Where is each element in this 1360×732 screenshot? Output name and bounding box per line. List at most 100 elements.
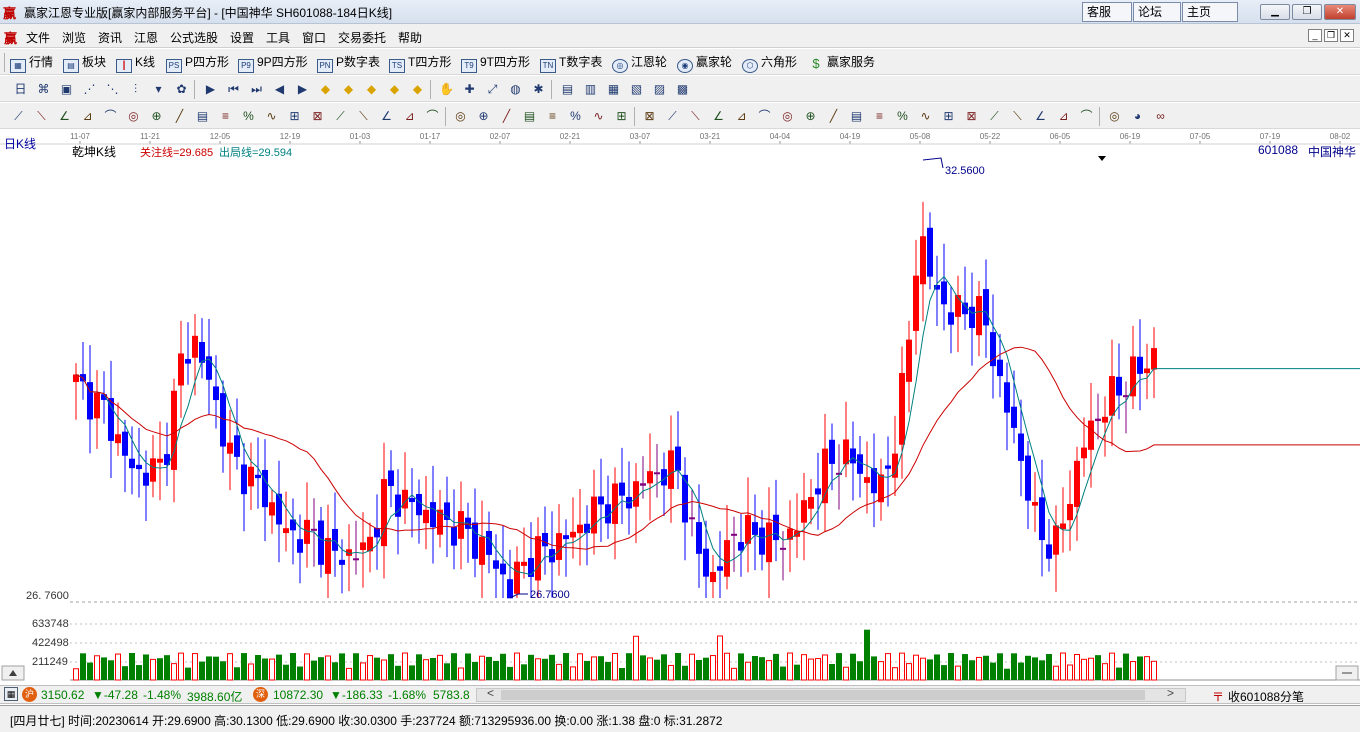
drawing-tool-icon[interactable]: ◎ bbox=[1106, 108, 1123, 124]
period-dropdown-icon[interactable]: 日 bbox=[12, 81, 29, 97]
drawing-tool-icon[interactable]: % bbox=[894, 108, 911, 124]
drawing-tool-icon[interactable]: ⟋ bbox=[10, 108, 27, 124]
drawing-tool-icon[interactable]: ⟍ bbox=[1009, 108, 1026, 124]
prev-icon[interactable]: ◀ bbox=[271, 81, 288, 97]
trend-down-icon[interactable]: ⋱ bbox=[104, 81, 121, 97]
p-square-button[interactable]: PS P四方形 bbox=[166, 54, 229, 73]
diamond-icon[interactable]: ◆ bbox=[317, 81, 334, 97]
last-icon[interactable]: ⏭ bbox=[248, 81, 265, 97]
color-wheel-icon[interactable]: ◕ bbox=[1129, 108, 1146, 124]
play-icon[interactable]: ▶ bbox=[202, 81, 219, 97]
cycle-icon[interactable]: ⌘ bbox=[35, 81, 52, 97]
drawing-tool-icon[interactable]: ▤ bbox=[521, 108, 538, 124]
list-icon[interactable]: ▦ bbox=[605, 81, 622, 97]
diamond-icon[interactable]: ◆ bbox=[340, 81, 357, 97]
zoom-icon[interactable]: ⤢ bbox=[484, 81, 501, 97]
scrollbar-thumb[interactable] bbox=[501, 690, 1145, 700]
drawing-tool-icon[interactable]: ▤ bbox=[194, 108, 211, 124]
first-icon[interactable]: ⏮ bbox=[225, 81, 242, 97]
drawing-tool-icon[interactable]: ⊞ bbox=[286, 108, 303, 124]
minimize-button[interactable]: ▁ bbox=[1260, 4, 1290, 20]
drawing-tool-icon[interactable]: ⊠ bbox=[309, 108, 326, 124]
drawing-tool-icon[interactable]: ⊕ bbox=[802, 108, 819, 124]
drawing-tool-icon[interactable]: ◎ bbox=[452, 108, 469, 124]
drawing-tool-icon[interactable]: ⟍ bbox=[355, 108, 372, 124]
trend-up-icon[interactable]: ⋰ bbox=[81, 81, 98, 97]
drawing-tool-icon[interactable]: ≡ bbox=[217, 108, 234, 124]
drawing-tool-icon[interactable]: ╱ bbox=[171, 108, 188, 124]
customer-service-link[interactable]: 客服 bbox=[1082, 2, 1132, 22]
drawing-tool-icon[interactable]: ⌒ bbox=[424, 108, 441, 124]
menu-gann[interactable]: 江恩 bbox=[134, 29, 158, 46]
horizontal-scrollbar[interactable]: < > bbox=[476, 686, 1186, 702]
report-icon[interactable]: ▥ bbox=[582, 81, 599, 97]
circle-icon[interactable]: ◍ bbox=[507, 81, 524, 97]
flower-icon[interactable]: ✿ bbox=[173, 81, 190, 97]
print-icon[interactable]: ▨ bbox=[651, 81, 668, 97]
drawing-tool-icon[interactable]: % bbox=[567, 108, 584, 124]
maximize-button[interactable]: ❐ bbox=[1292, 4, 1322, 20]
mdi-close-button[interactable]: ✕ bbox=[1340, 29, 1354, 42]
export-icon[interactable]: ▩ bbox=[674, 81, 691, 97]
scroll-left-arrow-icon[interactable]: < bbox=[487, 686, 494, 700]
copy-icon[interactable]: ▣ bbox=[58, 81, 75, 97]
drawing-tool-icon[interactable]: ⊠ bbox=[641, 108, 658, 124]
t-square-button[interactable]: TS T四方形 bbox=[389, 54, 451, 73]
menu-settings[interactable]: 设置 bbox=[230, 29, 254, 46]
drawing-tool-icon[interactable]: ⊞ bbox=[940, 108, 957, 124]
drawing-tool-icon[interactable]: ⊿ bbox=[79, 108, 96, 124]
menu-tools[interactable]: 工具 bbox=[266, 29, 290, 46]
drawing-tool-icon[interactable]: % bbox=[240, 108, 257, 124]
drawing-tool-icon[interactable]: ◎ bbox=[125, 108, 142, 124]
drawing-tool-icon[interactable]: ∿ bbox=[917, 108, 934, 124]
drawing-tool-icon[interactable]: ∠ bbox=[1032, 108, 1049, 124]
star-icon[interactable]: ✱ bbox=[530, 81, 547, 97]
hexagon-button[interactable]: ⬡ 六角形 bbox=[742, 54, 797, 73]
menu-window[interactable]: 窗口 bbox=[302, 29, 326, 46]
index-table-icon[interactable]: ▦ bbox=[4, 687, 18, 701]
drawing-tool-icon[interactable]: ∠ bbox=[56, 108, 73, 124]
drawing-tool-icon[interactable]: ⟍ bbox=[33, 108, 50, 124]
sector-button[interactable]: ▤ 板块 bbox=[63, 54, 106, 73]
drawing-tool-icon[interactable]: ⊿ bbox=[1055, 108, 1072, 124]
drawing-tool-icon[interactable]: ∠ bbox=[710, 108, 727, 124]
9t-square-button[interactable]: T9 9T四方形 bbox=[461, 54, 530, 73]
crosshair-icon[interactable]: ✚ bbox=[461, 81, 478, 97]
diamond-icon[interactable]: ◆ bbox=[363, 81, 380, 97]
menu-formula[interactable]: 公式选股 bbox=[170, 29, 218, 46]
drawing-tool-icon[interactable]: ≡ bbox=[544, 108, 561, 124]
tick-detail-link[interactable]: 收601088分笔 bbox=[1228, 688, 1304, 705]
hand-icon[interactable]: ✋ bbox=[438, 81, 455, 97]
kline-button[interactable]: ┃ K线 bbox=[116, 54, 155, 73]
bars-icon[interactable]: ⫶ bbox=[127, 81, 144, 97]
gann-wheel-button[interactable]: ◎ 江恩轮 bbox=[612, 54, 667, 73]
dropdown-icon[interactable]: ▾ bbox=[150, 81, 167, 97]
menu-help[interactable]: 帮助 bbox=[398, 29, 422, 46]
9p-square-button[interactable]: P9 9P四方形 bbox=[238, 54, 308, 73]
homepage-link[interactable]: 主页 bbox=[1182, 2, 1238, 22]
kline-chart[interactable]: 11-07 11-21 12-05 12-19 01-03 01-17 02-07 02-21… bbox=[0, 130, 1360, 685]
menu-browse[interactable]: 浏览 bbox=[62, 29, 86, 46]
winner-service-button[interactable]: $ 赢家服务 bbox=[808, 54, 875, 71]
drawing-tool-icon[interactable]: ⟋ bbox=[332, 108, 349, 124]
drawing-tool-icon[interactable]: ⌒ bbox=[1078, 108, 1095, 124]
drawing-tool-icon[interactable]: ◎ bbox=[779, 108, 796, 124]
drawing-tool-icon[interactable]: ⊕ bbox=[148, 108, 165, 124]
drawing-tool-icon[interactable]: ⊕ bbox=[475, 108, 492, 124]
drawing-tool-icon[interactable]: ⊠ bbox=[963, 108, 980, 124]
mdi-minimize-button[interactable]: _ bbox=[1308, 29, 1322, 42]
menu-trade[interactable]: 交易委托 bbox=[338, 29, 386, 46]
drawing-tool-icon[interactable]: ⌒ bbox=[102, 108, 119, 124]
drawing-tool-icon[interactable]: ∿ bbox=[590, 108, 607, 124]
drawing-tool-icon[interactable]: ⊿ bbox=[733, 108, 750, 124]
infinity-icon[interactable]: ∞ bbox=[1152, 108, 1169, 124]
forum-link[interactable]: 论坛 bbox=[1133, 2, 1181, 22]
quote-button[interactable]: ▦ 行情 bbox=[10, 54, 53, 73]
t-number-table-button[interactable]: TN T数字表 bbox=[540, 54, 602, 73]
drawing-tool-icon[interactable]: ⌒ bbox=[756, 108, 773, 124]
drawing-tool-icon[interactable]: ╱ bbox=[498, 108, 515, 124]
close-button[interactable]: ✕ bbox=[1324, 4, 1356, 20]
drawing-tool-icon[interactable]: ≡ bbox=[871, 108, 888, 124]
diamond-icon[interactable]: ◆ bbox=[409, 81, 426, 97]
drawing-tool-icon[interactable]: ⊞ bbox=[613, 108, 630, 124]
